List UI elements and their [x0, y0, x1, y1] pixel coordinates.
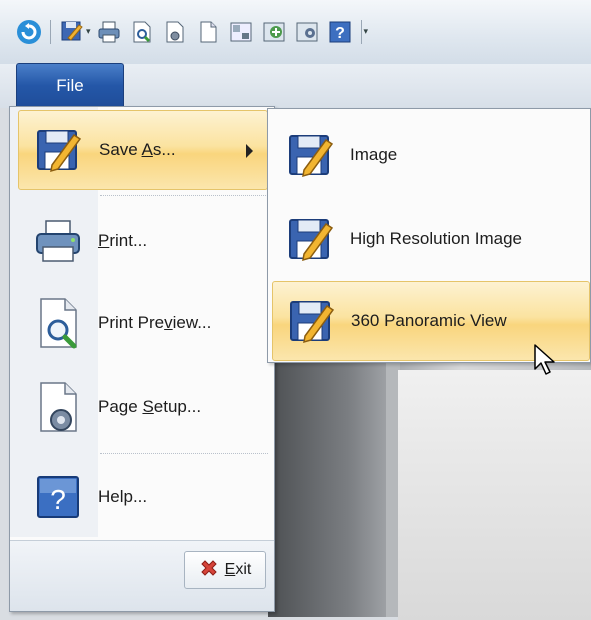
save-as-submenu: Image High Resolution Image 360 Panorami… [267, 108, 591, 363]
new-doc-icon[interactable] [193, 17, 223, 47]
menu-item-label: Save As... [99, 140, 176, 159]
menu-footer: Exit [10, 540, 274, 611]
menu-item-save-as[interactable]: Save As... [18, 110, 268, 190]
menu-item-print[interactable]: Print... [18, 201, 268, 281]
submenu-item-label: 360 Panoramic View [351, 311, 507, 330]
exit-label: Exit [224, 561, 252, 578]
menu-item-label: Print... [98, 231, 148, 250]
save-as-icon[interactable] [57, 17, 87, 47]
render-icon[interactable] [259, 17, 289, 47]
submenu-item-image[interactable]: Image [272, 115, 590, 195]
exit-icon [199, 558, 219, 583]
mouse-cursor-icon [534, 344, 555, 375]
save-panorama-icon [273, 282, 351, 360]
menu-item-label: Print Preview... [98, 313, 212, 332]
menu-item-page-setup[interactable]: Page Setup... [18, 367, 268, 447]
submenu-item-label: High Resolution Image [350, 229, 522, 248]
menu-item-help[interactable]: ? Help... [18, 457, 268, 537]
svg-text:?: ? [50, 484, 66, 515]
save-hires-icon [272, 200, 350, 278]
app-orb-icon[interactable] [14, 17, 44, 47]
print-icon[interactable] [94, 17, 124, 47]
menu-item-label: Page Setup... [98, 397, 202, 416]
printer-icon [18, 201, 98, 281]
page-setup-icon [18, 367, 98, 447]
page-setup-icon[interactable] [160, 17, 190, 47]
menu-item-label: Help... [98, 487, 148, 506]
help-icon: ? [18, 457, 98, 537]
exit-button[interactable]: Exit [184, 551, 266, 589]
dropdown-arrow-icon[interactable]: ▾ [86, 27, 91, 37]
toolbar-separator [360, 20, 362, 44]
viewport-panel [398, 370, 591, 620]
menu-separator [100, 195, 268, 196]
file-button[interactable]: File [16, 63, 124, 107]
settings-icon[interactable] [292, 17, 322, 47]
save-as-icon [19, 110, 99, 190]
menu-separator [100, 453, 268, 454]
quick-access-toolbar: ▾ ? ▾ [0, 0, 591, 64]
print-preview-icon[interactable] [127, 17, 157, 47]
customize-toolbar-icon[interactable]: ▾ [364, 27, 369, 37]
menu-item-print-preview[interactable]: Print Preview... [18, 283, 268, 363]
submenu-item-label: Image [350, 145, 398, 164]
submenu-item-high-resolution-image[interactable]: High Resolution Image [272, 199, 590, 279]
save-image-icon [272, 116, 350, 194]
file-menu: Save As... Print... Print Preview... Pag… [9, 106, 275, 612]
print-preview-icon [18, 283, 98, 363]
help-icon[interactable]: ? [325, 17, 355, 47]
svg-text:?: ? [335, 25, 345, 42]
view-icon[interactable] [226, 17, 256, 47]
toolbar-separator [50, 20, 51, 44]
submenu-arrow-icon [246, 144, 253, 158]
